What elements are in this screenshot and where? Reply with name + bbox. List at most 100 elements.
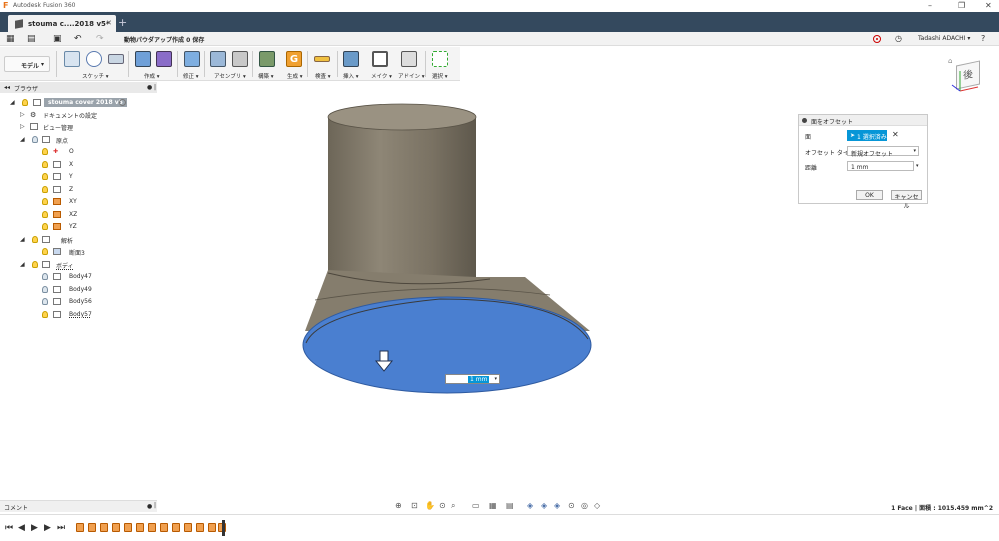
- clock-icon[interactable]: ◷: [895, 34, 902, 43]
- redo-icon[interactable]: ↷: [96, 34, 104, 44]
- tree-root[interactable]: ◢ stouma cover 2018 v5: [10, 97, 150, 109]
- select-menu[interactable]: 選択 ▾: [432, 72, 448, 80]
- collapse-arrow-icon[interactable]: ◢: [20, 261, 27, 268]
- clear-selection-icon[interactable]: ✕: [892, 130, 899, 139]
- timeline-feature-icon[interactable]: [124, 523, 132, 532]
- visibility-bulb-icon[interactable]: [42, 248, 48, 255]
- restore-icon[interactable]: ❐: [958, 1, 965, 10]
- workspace-switcher[interactable]: モデル ▾: [4, 56, 50, 72]
- expand-arrow-icon[interactable]: ▷: [20, 123, 27, 130]
- timeline-feature-icon[interactable]: [196, 523, 204, 532]
- visibility-bulb-icon[interactable]: [42, 148, 48, 155]
- effects-icon[interactable]: ◎: [581, 501, 588, 510]
- visual-style-icon[interactable]: ◈: [554, 501, 560, 510]
- record-icon[interactable]: [873, 35, 881, 43]
- comments-pin-icon[interactable]: |: [154, 502, 156, 509]
- make-menu[interactable]: メイク ▾: [371, 72, 392, 80]
- browser-pin-icon[interactable]: |: [154, 84, 156, 91]
- timeline-feature-icon[interactable]: [148, 523, 156, 532]
- environment-icon[interactable]: ⊙: [568, 501, 575, 510]
- tree-item-x-axis[interactable]: X: [40, 159, 150, 171]
- help-icon[interactable]: ?: [981, 34, 985, 43]
- form-icon[interactable]: [156, 51, 172, 67]
- step-back-icon[interactable]: ◀: [18, 523, 25, 533]
- new-component-icon[interactable]: [210, 51, 226, 67]
- visibility-bulb-icon[interactable]: [42, 223, 48, 230]
- joint-icon[interactable]: [232, 51, 248, 67]
- tree-item-origin-point[interactable]: ✚ O: [40, 146, 150, 158]
- generative-icon[interactable]: G: [286, 51, 302, 67]
- collapse-browser-icon[interactable]: ◂◂: [4, 84, 10, 91]
- arc-icon[interactable]: [86, 51, 102, 67]
- expand-arrow-icon[interactable]: ▷: [20, 111, 27, 118]
- insert-image-icon[interactable]: [343, 51, 359, 67]
- visibility-bulb-icon[interactable]: [42, 273, 48, 280]
- dialog-collapse-icon[interactable]: [802, 118, 807, 123]
- collapse-arrow-icon[interactable]: ◢: [20, 136, 27, 143]
- distance-dropdown-icon[interactable]: ▾: [916, 163, 919, 169]
- go-to-start-icon[interactable]: ⏮: [5, 523, 13, 533]
- visibility-bulb-icon[interactable]: [32, 261, 38, 268]
- tree-item-yz-plane[interactable]: YZ: [40, 221, 150, 233]
- grid-settings-icon[interactable]: ▦: [489, 501, 497, 510]
- tree-item-section[interactable]: 断面3: [40, 246, 150, 258]
- assemble-menu[interactable]: アセンブリ ▾: [214, 72, 246, 80]
- tree-item-document-settings[interactable]: ▷ ⚙ ドキュメントの設定: [20, 109, 150, 121]
- rectangle-icon[interactable]: [108, 54, 124, 64]
- visibility-bulb-icon[interactable]: [42, 161, 48, 168]
- document-tab[interactable]: stouma c....2018 v5* ✕: [8, 15, 116, 32]
- undo-icon[interactable]: ↶: [74, 34, 82, 44]
- timeline-feature-icon[interactable]: [184, 523, 192, 532]
- tree-item-y-axis[interactable]: Y: [40, 171, 150, 183]
- create-sketch-icon[interactable]: [64, 51, 80, 67]
- timeline-feature-icon[interactable]: [112, 523, 120, 532]
- select-icon[interactable]: [432, 51, 448, 67]
- look-at-icon[interactable]: ⊡: [411, 501, 418, 510]
- tree-item-body49[interactable]: Body49: [40, 284, 150, 296]
- face-selection-button[interactable]: ➤ 1 選択済み: [847, 130, 887, 141]
- ok-button[interactable]: OK: [856, 190, 883, 200]
- new-tab-icon[interactable]: +: [118, 17, 129, 28]
- visibility-bulb-icon[interactable]: [42, 298, 48, 305]
- tree-item-origin[interactable]: ◢ 原点: [20, 134, 150, 146]
- timeline-feature-icon[interactable]: [136, 523, 144, 532]
- save-icon[interactable]: ▣: [53, 34, 62, 44]
- display-settings-icon[interactable]: ▭: [472, 501, 480, 510]
- 3d-print-icon[interactable]: [372, 51, 388, 67]
- step-forward-icon[interactable]: ▶: [44, 523, 51, 533]
- sketch-menu[interactable]: スケッチ ▾: [82, 72, 109, 80]
- cylinder-top-face[interactable]: [327, 103, 477, 131]
- orbit-icon[interactable]: ⊕: [395, 501, 402, 510]
- zoom-icon[interactable]: ⊙: [439, 501, 446, 510]
- modify-menu[interactable]: 修正 ▾: [183, 72, 199, 80]
- close-window-icon[interactable]: ✕: [985, 1, 992, 10]
- timeline-feature-icon[interactable]: [208, 523, 216, 532]
- tree-item-z-axis[interactable]: Z: [40, 184, 150, 196]
- tree-item-body47[interactable]: Body47: [40, 271, 150, 283]
- visibility-bulb-icon[interactable]: [42, 173, 48, 180]
- go-to-end-icon[interactable]: ⏭: [57, 523, 65, 533]
- viewcube[interactable]: ⌂ 後: [948, 57, 986, 95]
- timeline-feature-icon[interactable]: [160, 523, 168, 532]
- visibility-bulb-icon[interactable]: [22, 99, 28, 106]
- tree-item-xy-plane[interactable]: XY: [40, 196, 150, 208]
- tree-item-xz-plane[interactable]: XZ: [40, 209, 150, 221]
- measure-icon[interactable]: [314, 56, 330, 62]
- timeline-feature-icon[interactable]: [76, 523, 84, 532]
- addins-menu[interactable]: アドイン ▾: [398, 72, 425, 80]
- timeline-marker[interactable]: [222, 520, 225, 536]
- construct-menu[interactable]: 構築 ▾: [258, 72, 274, 80]
- browser-options-icon[interactable]: ●: [147, 84, 152, 91]
- minimize-icon[interactable]: –: [928, 1, 932, 10]
- visibility-bulb-icon[interactable]: [42, 311, 48, 318]
- tree-item-body57[interactable]: Body57: [40, 309, 150, 321]
- canvas-distance-input[interactable]: 1 mm ▾: [445, 374, 500, 384]
- cylinder-body[interactable]: [328, 117, 476, 277]
- section-cube-icon[interactable]: ◈: [541, 501, 547, 510]
- model-viewport[interactable]: [290, 95, 610, 400]
- tree-item-bodies[interactable]: ◢ ボディ: [20, 259, 150, 271]
- cancel-button[interactable]: キャンセル: [891, 190, 922, 210]
- timeline-feature-icon[interactable]: [88, 523, 96, 532]
- tree-item-analysis[interactable]: ◢ 解析: [20, 234, 150, 246]
- user-menu[interactable]: Tadashi ADACHI ▾: [918, 35, 970, 42]
